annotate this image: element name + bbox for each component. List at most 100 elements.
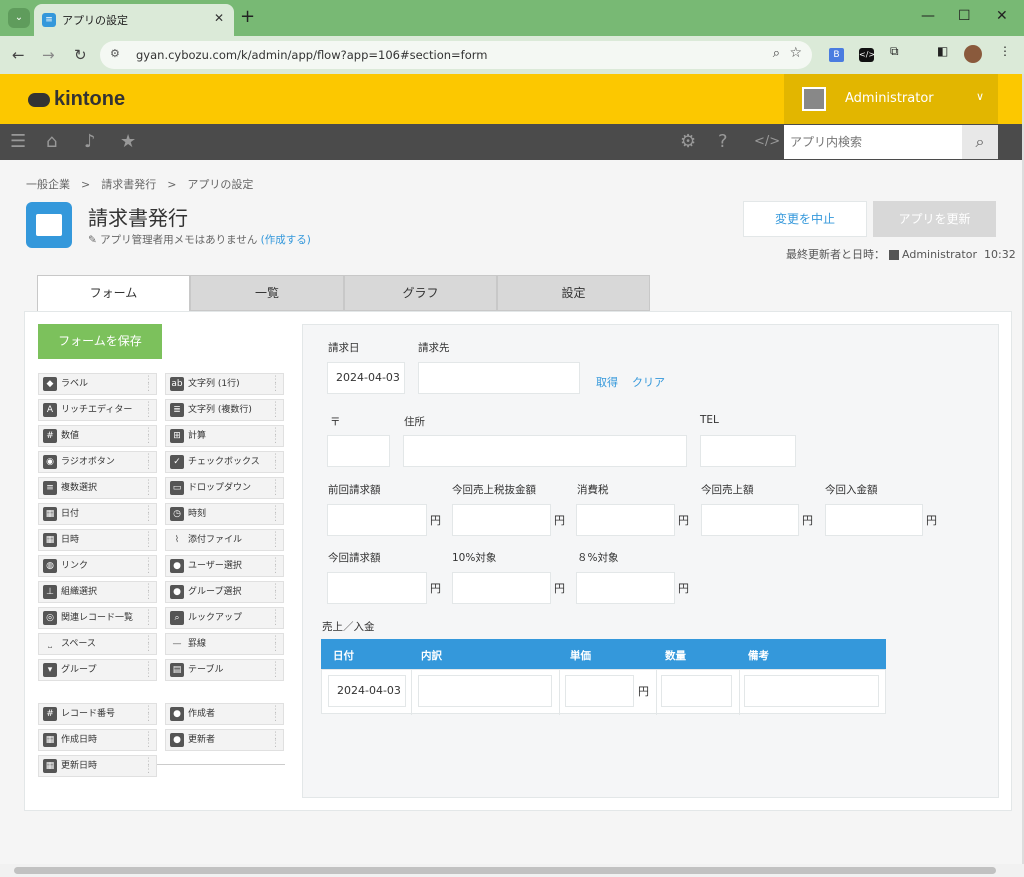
extension-translate-icon[interactable]: B [829,48,844,62]
breadcrumb[interactable]: 一般企業 > 請求書発行 > アプリの設定 [26,176,253,192]
palette-label[interactable]: ◆ ラベル ⋮ ⋮ [38,373,157,395]
subtable-quantity-field[interactable] [661,675,732,707]
palette-single-line-text[interactable]: ab 文字列 (1行) ⋮ ⋮ [165,373,284,395]
last-updated-info: 最終更新者と日時： Administrator 10:32 [786,246,1016,262]
back-icon[interactable]: ← [12,46,25,64]
tab-form[interactable]: フォーム [37,275,190,313]
side-panel-icon[interactable]: ◧ [937,44,948,58]
palette-space[interactable]: ⎵ スペース ⋮ ⋮ [38,633,157,655]
tab-settings[interactable]: 設定 [497,275,650,311]
palette-modifier[interactable]: ● 更新者 ⋮ ⋮ [165,729,284,751]
palette-record-number[interactable]: # レコード番号 ⋮ ⋮ [38,703,157,725]
palette-multi-select[interactable]: ≡ 複数選択 ⋮ ⋮ [38,477,157,499]
customer-field[interactable] [418,362,580,394]
palette-created-datetime[interactable]: ▦ 作成日時 ⋮ ⋮ [38,729,157,751]
omnibox[interactable]: ⚙ gyan.cybozu.com/k/admin/app/flow?app=1… [100,41,812,69]
tab-graph[interactable]: グラフ [344,275,497,311]
payment-field[interactable] [825,504,923,536]
help-icon[interactable]: ? [718,131,728,152]
palette-datetime[interactable]: ▦ 日時 ⋮ ⋮ [38,529,157,551]
subtable-price-field[interactable] [565,675,634,707]
palette-lookup[interactable]: ⌕ ルックアップ ⋮ ⋮ [165,607,284,629]
reload-icon[interactable]: ↻ [74,46,87,64]
hamburger-menu-icon[interactable]: ☰ [10,131,26,152]
code-icon[interactable]: </> [754,134,780,149]
palette-checkbox[interactable]: ✓ チェックボックス ⋮ ⋮ [165,451,284,473]
url-text[interactable]: gyan.cybozu.com/k/admin/app/flow?app=106… [136,48,487,62]
minimize-button[interactable]: — [921,8,935,24]
horizontal-scrollbar[interactable] [0,864,1024,877]
palette-time[interactable]: ◷ 時刻 ⋮ ⋮ [165,503,284,525]
extensions-puzzle-icon[interactable]: ⧉ [890,44,899,59]
browser-tab[interactable]: ≡ アプリの設定 ✕ [34,4,234,36]
site-info-icon[interactable]: ⚙ [110,47,120,60]
close-tab-icon[interactable]: ✕ [214,11,224,25]
subtable-notes-field[interactable] [744,675,879,707]
palette-org-select[interactable]: ⊥ 組織選択 ⋮ ⋮ [38,581,157,603]
palette-radio[interactable]: ◉ ラジオボタン ⋮ ⋮ [38,451,157,473]
gear-icon[interactable]: ⚙ [680,131,696,152]
zoom-icon[interactable]: ⌕ [773,46,780,61]
cancel-changes-button[interactable]: 変更を中止 [743,201,867,237]
sales-ex-tax-field[interactable] [452,504,551,536]
postal-field[interactable] [327,435,390,467]
palette-link[interactable]: ◍ リンク ⋮ ⋮ [38,555,157,577]
th-date: 日付 [333,650,354,662]
save-form-button[interactable]: フォームを保存 [38,324,162,359]
update-app-button[interactable]: アプリを更新 [873,201,996,237]
palette-multi-line-text[interactable]: ≣ 文字列 (複数行) ⋮ ⋮ [165,399,284,421]
profile-avatar[interactable] [964,45,982,63]
subtable-date-field[interactable]: 2024-04-03 [328,675,406,707]
palette-table[interactable]: ▤ テーブル ⋮ ⋮ [165,659,284,681]
prev-amount-field[interactable] [327,504,427,536]
current-invoice-field[interactable] [327,572,427,604]
close-window-button[interactable]: ✕ [996,8,1008,24]
kintone-logo[interactable]: kintone [28,88,125,111]
palette-calc[interactable]: ⊞ 計算 ⋮ ⋮ [165,425,284,447]
new-tab-button[interactable]: + [240,6,255,27]
subtable-detail-field[interactable] [418,675,552,707]
palette-updated-datetime[interactable]: ▦ 更新日時 ⋮ ⋮ [38,755,157,777]
sales-field[interactable] [701,504,799,536]
current-invoice-label: 今回請求額 [328,552,381,564]
palette-attachment[interactable]: ⌇ 添付ファイル ⋮ ⋮ [165,529,284,551]
extension-devtools-icon[interactable]: </> [859,48,875,62]
palette-user-select[interactable]: ● ユーザー選択 ⋮ ⋮ [165,555,284,577]
tab-list-button[interactable]: ⌄ [8,8,30,28]
palette-group-select[interactable]: ● グループ選択 ⋮ ⋮ [165,581,284,603]
palette-related-records[interactable]: ◎ 関連レコード一覧 ⋮ ⋮ [38,607,157,629]
tab-list[interactable]: 一覧 [190,275,344,311]
customer-label: 請求先 [418,342,450,354]
palette-creator[interactable]: ● 作成者 ⋮ ⋮ [165,703,284,725]
palette-border[interactable]: — 罫線 ⋮ ⋮ [165,633,284,655]
last-updated-label: 最終更新者と日時： [786,248,885,261]
scrollbar-thumb[interactable] [14,867,996,874]
maximize-button[interactable]: ☐ [958,8,971,24]
ten-pct-field[interactable] [452,572,551,604]
star-icon[interactable]: ★ [120,131,136,152]
bell-icon[interactable]: ♪ [84,131,96,152]
app-search-input[interactable] [784,125,954,159]
palette-number[interactable]: # 数値 ⋮ ⋮ [38,425,157,447]
user-menu[interactable]: Administrator ∨ [784,74,998,124]
eight-pct-field[interactable] [576,572,675,604]
tel-field[interactable] [700,435,796,467]
address-field[interactable] [403,435,687,467]
bookmark-star-icon[interactable]: ☆ [789,45,802,61]
home-icon[interactable]: ⌂ [46,131,57,152]
palette-group[interactable]: ▾ グループ ⋮ ⋮ [38,659,157,681]
postal-label: 〒 [330,416,341,428]
clear-link[interactable]: クリア [632,374,665,390]
palette-date[interactable]: ▦ 日付 ⋮ ⋮ [38,503,157,525]
memo-text: アプリ管理者用メモはありません [100,234,258,246]
tax-field[interactable] [576,504,675,536]
browser-menu-icon[interactable]: ⋮ [999,44,1011,58]
palette-dropdown[interactable]: ▭ ドロップダウン ⋮ ⋮ [165,477,284,499]
search-icon[interactable]: ⌕ [962,125,998,159]
forward-icon[interactable]: → [42,46,55,64]
create-memo-link[interactable]: (作成する) [261,234,311,246]
calendar-icon: ▦ [43,733,57,747]
invoice-date-field[interactable]: 2024-04-03 [327,362,405,394]
fetch-link[interactable]: 取得 [596,374,618,390]
palette-rich-editor[interactable]: A リッチエディター ⋮ ⋮ [38,399,157,421]
